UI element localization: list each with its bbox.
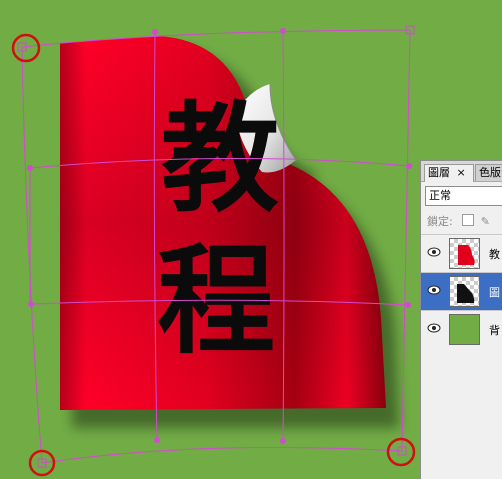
handle-point — [28, 301, 34, 307]
visibility-eye-icon[interactable] — [427, 323, 441, 333]
tab-close-icon[interactable]: × — [457, 166, 466, 179]
lock-label: 鎖定: — [427, 215, 453, 228]
panel-tab-bar: 圖層 × 色版 — [421, 161, 502, 182]
shape-thumbnail — [449, 276, 480, 307]
tab-channels-label: 色版 — [479, 166, 501, 179]
layer-name: 背 — [489, 324, 500, 337]
tab-layers-label: 圖層 — [428, 166, 450, 179]
handle-point — [280, 28, 286, 34]
blend-mode-value: 正常 — [429, 189, 451, 202]
grid-outer-right — [401, 29, 411, 452]
tab-channels[interactable]: 色版 — [475, 164, 502, 181]
visibility-eye-icon[interactable] — [427, 285, 441, 295]
handle-point — [154, 437, 160, 443]
handle-point — [280, 438, 286, 444]
layer-row-background[interactable]: 背 — [421, 310, 502, 348]
background-thumbnail — [449, 314, 480, 345]
handle-point — [405, 302, 411, 308]
visibility-eye-icon[interactable] — [427, 247, 441, 257]
handle-point — [406, 163, 412, 169]
layers-panel: 圖層 × 色版 正常 鎖定: ✎ 教 圖 背 — [420, 160, 502, 479]
blend-mode-select[interactable]: 正常 — [425, 186, 502, 206]
layer-row-shape[interactable]: 圖 — [421, 272, 502, 310]
handle-point — [152, 29, 158, 35]
layer-row-text[interactable]: 教 — [421, 234, 502, 272]
text-thumbnail — [449, 238, 480, 269]
handle-point — [27, 165, 33, 171]
grid-outer-left — [21, 46, 43, 464]
layer-name: 圖 — [489, 286, 500, 299]
layer-name: 教 — [489, 248, 500, 261]
lock-transparency-checkbox[interactable] — [462, 214, 475, 226]
corner-marker-bottom-right — [386, 437, 416, 467]
grid-outer-bottom — [41, 446, 403, 464]
lock-row: 鎖定: ✎ — [427, 213, 490, 229]
tab-layers[interactable]: 圖層 × — [424, 164, 474, 182]
lock-pixels-icon[interactable]: ✎ — [481, 215, 490, 228]
